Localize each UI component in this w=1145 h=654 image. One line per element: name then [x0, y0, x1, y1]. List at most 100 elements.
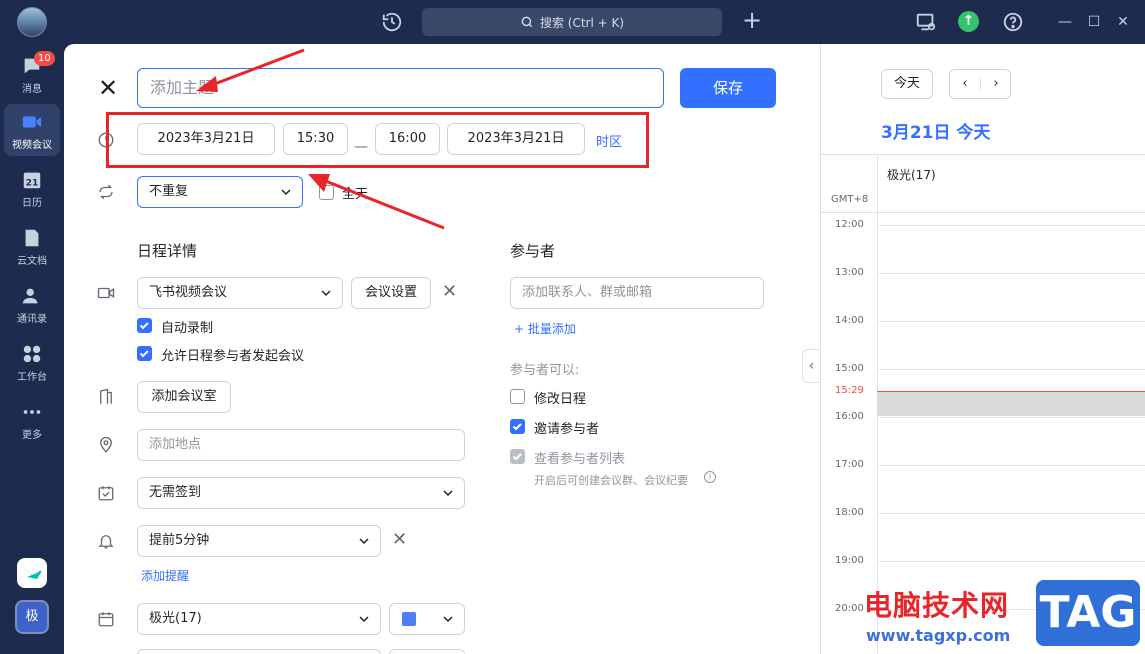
hour-label: 13:00: [835, 267, 864, 278]
allow-start-checkbox[interactable]: [137, 346, 152, 361]
hour-label: 18:00: [835, 507, 864, 518]
nav-item-video-meeting[interactable]: 视频会议: [4, 104, 60, 156]
left-nav: 10 消息 视频会议 21 日历 云文档 通讯录 工作台 更多 极: [0, 44, 64, 654]
next-field-partial-2[interactable]: [389, 649, 465, 654]
location-input[interactable]: 添加地点: [137, 429, 465, 461]
search-label: 搜索 (Ctrl + K): [539, 15, 625, 30]
current-time-line: [877, 391, 1145, 392]
plus-icon[interactable]: +: [740, 8, 764, 33]
checkin-value: 无需签到: [149, 485, 202, 500]
perm-invite-checkbox[interactable]: [510, 419, 525, 434]
bell-icon: [98, 535, 114, 549]
calendar-select[interactable]: 极光(17): [137, 603, 381, 635]
nav-label: 通讯录: [17, 314, 47, 325]
history-icon[interactable]: [381, 11, 403, 33]
nav-label: 更多: [22, 430, 42, 441]
event-editor-panel: ✕ 添加主题 保存 2023年3月21日 15:30 — 16:00 2023年…: [64, 44, 820, 654]
add-reminder-link[interactable]: 添加提醒: [141, 567, 189, 584]
chevron-down-icon: [321, 290, 331, 297]
avatar[interactable]: [17, 7, 47, 37]
nav-item-messages[interactable]: 10 消息: [4, 48, 60, 100]
save-button[interactable]: 保存: [680, 68, 776, 108]
calendar-column-name: 极光(17): [887, 168, 936, 182]
nav-label: 工作台: [17, 372, 47, 383]
add-room-button[interactable]: 添加会议室: [137, 381, 231, 413]
chevron-down-icon: [359, 538, 369, 545]
grid-icon: [23, 345, 41, 363]
chevron-down-icon: [359, 616, 369, 623]
maximize-button[interactable]: ☐: [1084, 12, 1104, 32]
repeat-value: 不重复: [149, 184, 189, 199]
close-icon[interactable]: ✕: [98, 76, 120, 100]
room-icon: [100, 388, 112, 404]
nav-label: 日历: [22, 198, 42, 209]
watermark-url: www.tagxp.com: [866, 626, 1011, 645]
prev-day-button[interactable]: ‹: [950, 70, 980, 98]
next-field-partial[interactable]: [137, 649, 381, 654]
unread-badge: 10: [34, 51, 55, 66]
chevron-down-icon: [443, 616, 453, 623]
participants-heading: 参与者: [510, 242, 556, 260]
location-pin-icon: [100, 436, 112, 453]
hour-label: 19:00: [835, 555, 864, 566]
remove-reminder-icon[interactable]: ✕: [392, 529, 407, 550]
monitor-bell-icon[interactable]: [915, 11, 937, 33]
calendar-icon: 21: [23, 172, 41, 189]
checkin-select[interactable]: 无需签到: [137, 477, 465, 509]
video-icon: [97, 287, 115, 299]
info-icon[interactable]: i: [704, 471, 716, 483]
calendar-date-heading: 3月21日 今天: [881, 123, 991, 143]
minimize-button[interactable]: —: [1055, 12, 1075, 32]
auto-record-checkbox[interactable]: [137, 318, 152, 333]
event-color-select[interactable]: [389, 603, 465, 635]
chevron-down-icon: [281, 189, 291, 196]
calendar-small-icon: [98, 612, 114, 627]
participants-input[interactable]: 添加联系人、群或邮箱: [510, 277, 764, 309]
perm-modify-checkbox[interactable]: [510, 389, 525, 404]
app-logo-icon[interactable]: [17, 558, 47, 588]
reminder-select[interactable]: 提前5分钟: [137, 525, 381, 557]
current-time-label: 15:29: [835, 385, 864, 396]
next-day-button[interactable]: ›: [981, 70, 1011, 98]
nav-item-cloud-docs[interactable]: 云文档: [4, 220, 60, 272]
details-heading: 日程详情: [137, 242, 198, 260]
search-input[interactable]: 搜索 (Ctrl + K): [422, 8, 722, 36]
bulk-add-link[interactable]: + 批量添加: [514, 320, 576, 337]
hour-label: 15:00: [835, 363, 864, 374]
hour-label: 17:00: [835, 459, 864, 470]
hour-label: 16:00: [835, 411, 864, 422]
user-avatar[interactable]: 极: [15, 600, 49, 634]
nav-label: 云文档: [17, 256, 47, 267]
close-window-button[interactable]: ✕: [1113, 12, 1133, 32]
nav-label: 消息: [22, 84, 42, 95]
watermark-text: 电脑技术网: [864, 589, 1010, 622]
calendar-value: 极光(17): [149, 611, 202, 626]
timezone-label: GMT+8: [831, 194, 869, 205]
meeting-settings-button[interactable]: 会议设置: [351, 277, 431, 309]
pending-event-block[interactable]: [878, 392, 1145, 416]
remove-meeting-icon[interactable]: ✕: [442, 281, 457, 302]
nav-item-calendar[interactable]: 21 日历: [4, 162, 60, 214]
annotation-arrow-top: [196, 48, 305, 92]
nav-item-contacts[interactable]: 通讯录: [4, 278, 60, 330]
meeting-type-select[interactable]: 飞书视频会议: [137, 277, 343, 309]
collapse-panel-button[interactable]: ‹: [802, 349, 820, 383]
nav-label: 视频会议: [12, 140, 52, 151]
watermark-logo: TAG: [1036, 580, 1140, 646]
nav-item-more[interactable]: 更多: [4, 394, 60, 446]
calendar-day: 21: [26, 178, 39, 189]
help-icon[interactable]: [1002, 11, 1024, 33]
search-icon: [521, 16, 533, 28]
nav-item-workplace[interactable]: 工作台: [4, 336, 60, 388]
today-button[interactable]: 今天: [881, 69, 933, 99]
checkin-icon: [98, 486, 114, 501]
perm-modify-label: 修改日程: [534, 392, 587, 407]
cloud-doc-icon: [25, 229, 39, 247]
top-bar: 搜索 (Ctrl + K) + ↑ — ☐ ✕: [0, 0, 1145, 44]
repeat-select[interactable]: 不重复: [137, 176, 303, 208]
perm-invite-label: 邀请参与者: [534, 422, 600, 437]
auto-record-label: 自动录制: [161, 321, 214, 336]
calendar-day-view: 今天 ‹ › 3月21日 今天 极光(17) GMT+8 12:00 13:00…: [820, 44, 1145, 654]
upload-icon[interactable]: ↑: [958, 11, 979, 32]
meeting-type-value: 飞书视频会议: [149, 285, 228, 300]
